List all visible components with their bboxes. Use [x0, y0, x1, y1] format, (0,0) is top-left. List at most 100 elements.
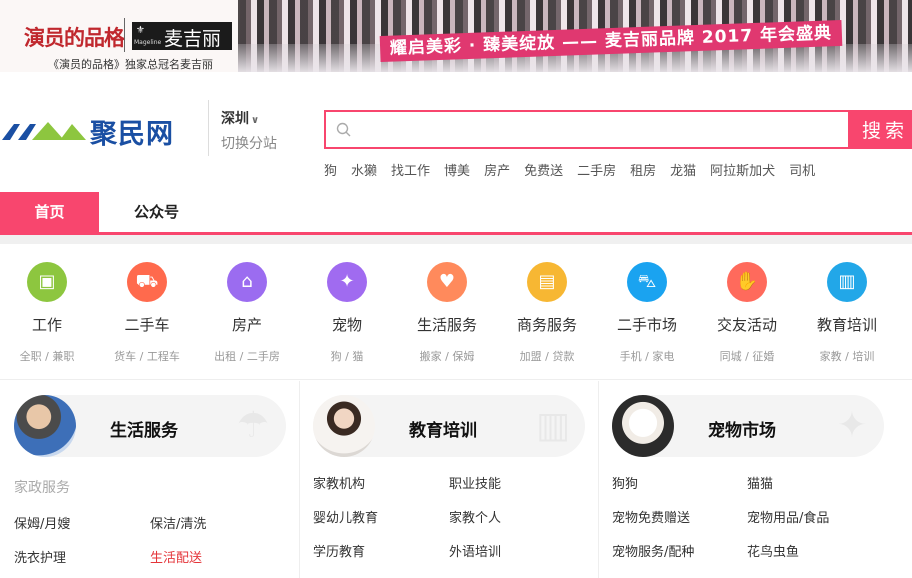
search-icon: [336, 122, 351, 137]
heart-hand-icon: ♥: [427, 262, 467, 302]
banner-mageline-logo: ⚜ Mageline 麦吉丽: [132, 22, 232, 50]
hot-word[interactable]: 免费送: [524, 160, 563, 179]
category-title: 房产: [231, 316, 262, 334]
hot-word[interactable]: 狗: [324, 160, 337, 179]
category-business-service[interactable]: ▤ 商务服务 加盟 / 贷款: [500, 244, 590, 380]
hot-word[interactable]: 司机: [789, 160, 815, 179]
category-life-service[interactable]: ♥ 生活服务 搬家 / 保姆: [400, 244, 490, 380]
category-sub: 全职 / 兼职: [19, 350, 75, 363]
hot-word[interactable]: 水獭: [351, 160, 377, 179]
category-title: 二手市场: [616, 316, 677, 334]
site-logo[interactable]: 聚民网: [0, 112, 200, 150]
banner-brand-logo: 演员的品格: [24, 25, 125, 50]
hot-word[interactable]: 博美: [444, 160, 470, 179]
chevron-down-icon: ∨: [251, 115, 260, 126]
top-banner-ad[interactable]: 演员的品格 ⚜ Mageline 麦吉丽 《演员的品格》独家总冠名麦吉丽 耀启美…: [0, 0, 912, 72]
category-title: 工作: [31, 316, 62, 334]
main-nav: 首页 公众号: [0, 192, 912, 234]
category-used-car[interactable]: ⛟ 二手车 货车 / 工程车: [100, 244, 190, 380]
handshake-icon: ✋: [727, 262, 767, 302]
section-link[interactable]: 宠物免费赠送: [612, 507, 690, 526]
switch-city-link[interactable]: 切换分站: [221, 133, 277, 153]
category-sub: 货车 / 工程车: [114, 350, 180, 363]
banner-caption: 《演员的品格》独家总冠名麦吉丽: [48, 58, 213, 71]
shop-icon: ▤: [527, 262, 567, 302]
section-link[interactable]: 保洁/清洗: [150, 513, 206, 532]
dog-icon: ✦: [836, 405, 868, 446]
nav-gap: [0, 235, 912, 244]
section-link[interactable]: 狗狗: [612, 473, 638, 492]
search-button[interactable]: 搜索: [848, 110, 912, 149]
section-pet-market: 宠物市场 ✦ 狗狗 猫猫 宠物免费赠送 宠物用品/食品 宠物服务/配种 花鸟虫鱼: [599, 381, 912, 578]
category-sub: 搬家 / 保姆: [419, 350, 475, 363]
section-link[interactable]: 职业技能: [449, 473, 501, 492]
section-link[interactable]: 保姆/月嫂: [14, 513, 70, 532]
category-dating[interactable]: ✋ 交友活动 同城 / 征婚: [700, 244, 790, 380]
briefcase-icon: ▣: [27, 262, 67, 302]
section-link[interactable]: 外语培训: [449, 541, 501, 560]
current-city-label: 深圳: [221, 111, 249, 127]
category-house[interactable]: ⌂ 房产 出租 / 二手房: [200, 244, 290, 380]
car-icon: ⛟: [127, 262, 167, 302]
house-icon: ⌂: [227, 262, 267, 302]
avatar: [612, 395, 674, 457]
section-title[interactable]: 宠物市场: [708, 416, 776, 441]
umbrella-icon: ☂: [236, 405, 270, 446]
category-second-hand[interactable]: ⛍ 二手市场 手机 / 家电: [600, 244, 690, 380]
dog-icon: ✦: [327, 262, 367, 302]
hot-word[interactable]: 房产: [484, 160, 510, 179]
category-title: 教育培训: [816, 316, 877, 334]
category-title: 宠物: [331, 316, 362, 334]
section-link[interactable]: 花鸟虫鱼: [747, 541, 799, 560]
search-box: [324, 110, 850, 149]
search-input[interactable]: [360, 112, 840, 147]
mageline-emblem-icon: ⚜: [136, 25, 145, 36]
book-icon: ▥: [535, 405, 570, 446]
section-link[interactable]: 家教个人: [449, 507, 501, 526]
section-title[interactable]: 生活服务: [110, 416, 178, 441]
section-link-highlight[interactable]: 生活配送: [150, 547, 202, 566]
section-link[interactable]: 宠物服务/配种: [612, 541, 694, 560]
category-sub: 加盟 / 贷款: [519, 350, 575, 363]
hot-word[interactable]: 龙猫: [670, 160, 696, 179]
avatar: [313, 395, 375, 457]
category-sub: 手机 / 家电: [619, 350, 675, 363]
section-education: 教育培训 ▥ 家教机构 职业技能 婴幼儿教育 家教个人 学历教育 外语培训: [300, 381, 599, 578]
mageline-brand-text: 麦吉丽: [164, 28, 222, 50]
category-title: 交友活动: [716, 316, 777, 334]
header-divider: [208, 100, 209, 156]
nav-tab-official-account[interactable]: 公众号: [134, 192, 179, 233]
site-logo-text: 聚民网: [90, 119, 174, 150]
hot-search-words: 狗 水獭 找工作 博美 房产 免费送 二手房 租房 龙猫 阿拉斯加犬 司机: [324, 160, 829, 179]
category-title: 二手车: [124, 316, 170, 334]
section-link[interactable]: 猫猫: [747, 473, 773, 492]
nav-tab-home[interactable]: 首页: [0, 192, 99, 233]
category-work[interactable]: ▣ 工作 全职 / 兼职: [0, 244, 90, 380]
mageline-small-text: Mageline: [134, 39, 162, 46]
category-sub: 出租 / 二手房: [214, 350, 280, 363]
category-title: 商务服务: [516, 316, 577, 334]
avatar: [14, 395, 76, 457]
banner-divider: [124, 18, 125, 52]
section-subtitle[interactable]: 家政服务: [14, 477, 70, 497]
category-sub: 家教 / 培训: [819, 350, 875, 363]
current-city[interactable]: 深圳 ∨: [221, 108, 259, 128]
hot-word[interactable]: 阿拉斯加犬: [710, 160, 775, 179]
section-link[interactable]: 宠物用品/食品: [747, 507, 829, 526]
category-education[interactable]: ▥ 教育培训 家教 / 培训: [800, 244, 890, 380]
section-link[interactable]: 洗衣护理: [14, 547, 66, 566]
hot-word[interactable]: 二手房: [577, 160, 616, 179]
hot-word[interactable]: 租房: [630, 160, 656, 179]
cart-icon: ⛍: [627, 262, 667, 302]
category-grid: ▣ 工作 全职 / 兼职 ⛟ 二手车 货车 / 工程车 ⌂ 房产 出租 / 二手…: [0, 244, 912, 380]
hot-word[interactable]: 找工作: [391, 160, 430, 179]
site-logo-mark-icon: [2, 122, 86, 140]
category-pet[interactable]: ✦ 宠物 狗 / 猫: [300, 244, 390, 380]
book-icon: ▥: [827, 262, 867, 302]
section-title[interactable]: 教育培训: [409, 416, 477, 441]
section-link[interactable]: 学历教育: [313, 541, 365, 560]
section-link[interactable]: 婴幼儿教育: [313, 507, 378, 526]
category-sub: 同城 / 征婚: [719, 350, 775, 363]
category-sub: 狗 / 猫: [330, 350, 364, 363]
section-link[interactable]: 家教机构: [313, 473, 365, 492]
